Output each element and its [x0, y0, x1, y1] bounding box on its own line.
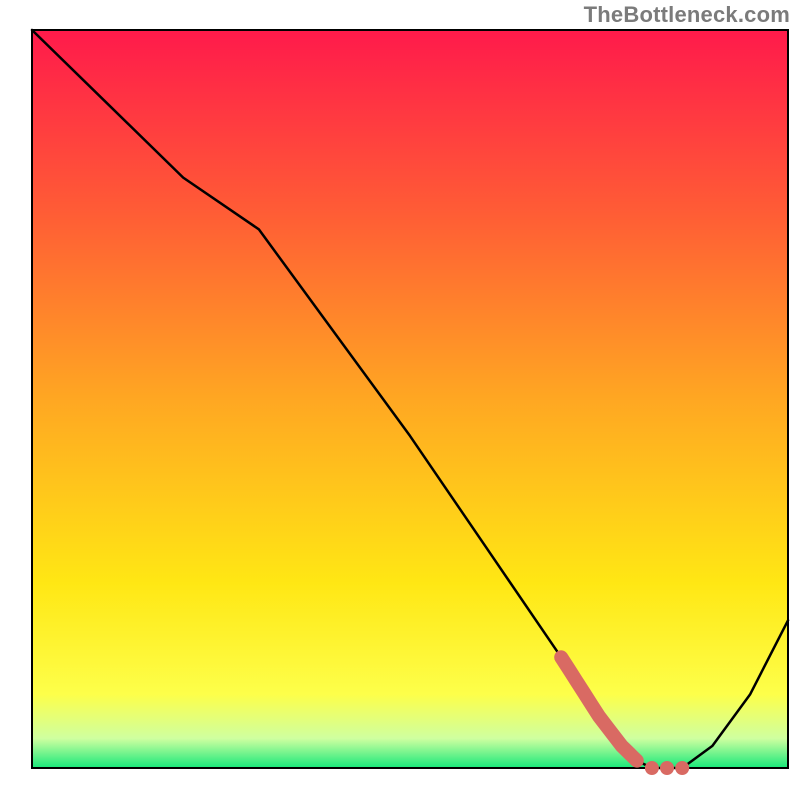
- bottleneck-curve-plot: [0, 0, 800, 800]
- curve-highlight-dots: [645, 761, 689, 775]
- highlight-dot: [675, 761, 689, 775]
- highlight-dot: [660, 761, 674, 775]
- highlight-dot: [645, 761, 659, 775]
- chart-container: TheBottleneck.com: [0, 0, 800, 800]
